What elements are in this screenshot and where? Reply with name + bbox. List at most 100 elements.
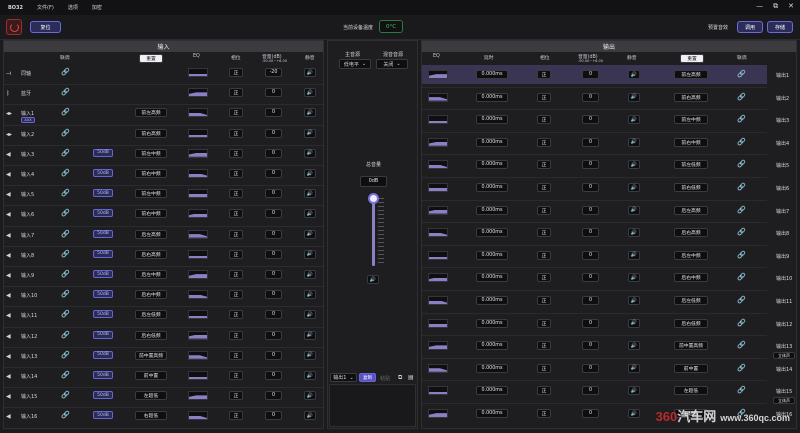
input-phase-button[interactable]: 正 <box>229 148 243 158</box>
output-mute-button[interactable]: 🔊 <box>628 137 640 147</box>
input-volume-field[interactable]: 0 <box>265 391 282 401</box>
input-gain-badge[interactable]: 50dB <box>93 350 113 359</box>
output-position[interactable]: 后右高频 <box>674 228 708 238</box>
output-mute-button[interactable]: 🔊 <box>628 386 640 396</box>
output-position[interactable]: 后右低频 <box>674 318 708 328</box>
output-volume-field[interactable]: 0 <box>582 250 599 260</box>
input-position[interactable]: 前右高频 <box>135 128 167 138</box>
input-volume-field[interactable]: 0 <box>265 290 282 300</box>
link-icon[interactable]: 🔗 <box>61 310 70 319</box>
link-icon[interactable]: 🔗 <box>737 160 746 169</box>
input-position[interactable]: 前中置高频 <box>135 350 167 360</box>
input-mute-button[interactable]: 🔊 <box>304 209 316 219</box>
link-icon[interactable]: 🔗 <box>737 228 746 237</box>
link-icon[interactable]: 🔗 <box>61 149 70 158</box>
output-eq-button[interactable] <box>428 273 448 283</box>
input-eq-button[interactable] <box>188 128 208 138</box>
input-phase-button[interactable]: 正 <box>229 108 243 118</box>
mix-source-select[interactable]: 关闭 ⌄ <box>376 59 408 69</box>
input-mute-button[interactable]: 🔊 <box>304 391 316 401</box>
link-icon[interactable]: 🔗 <box>61 129 70 138</box>
input-position[interactable]: 后左中频 <box>135 270 167 279</box>
link-icon[interactable]: 🔗 <box>737 364 746 373</box>
output-position[interactable]: 前左低频 <box>674 160 708 170</box>
output-delay-field[interactable]: 0.000ms <box>476 296 508 305</box>
link-icon[interactable]: 🔗 <box>61 189 70 198</box>
output-delay-field[interactable]: 0.000ms <box>476 92 508 102</box>
output-volume-field[interactable]: 0 <box>582 183 599 192</box>
output-delay-field[interactable]: 0.000ms <box>476 137 508 147</box>
output-eq-button[interactable] <box>428 386 448 396</box>
output-eq-button[interactable] <box>428 70 448 79</box>
input-gain-badge[interactable]: 50dB <box>93 209 113 218</box>
output-mute-button[interactable]: 🔊 <box>628 318 640 328</box>
input-gain-badge[interactable]: 50dB <box>93 189 113 198</box>
output-position[interactable]: 前右中频 <box>674 137 708 147</box>
input-mute-button[interactable]: 🔊 <box>304 189 316 199</box>
output-delay-field[interactable]: 0.000ms <box>476 70 508 79</box>
input-phase-button[interactable]: 正 <box>229 350 243 360</box>
output-reset-button[interactable]: 重置 <box>680 54 704 63</box>
input-phase-button[interactable]: 正 <box>229 68 243 77</box>
input-volume-field[interactable]: 0 <box>265 310 282 320</box>
output-mute-button[interactable]: 🔊 <box>628 409 640 418</box>
input-volume-field[interactable]: -20 <box>265 68 282 77</box>
output-stereo-tag[interactable]: 立体声 <box>773 397 795 405</box>
input-eq-button[interactable] <box>188 371 208 380</box>
output-delay-field[interactable]: 0.000ms <box>476 115 508 125</box>
input-eq-button[interactable] <box>188 68 208 77</box>
input-volume-field[interactable]: 0 <box>265 209 282 219</box>
output-phase-button[interactable]: 正 <box>537 228 551 238</box>
link-icon[interactable]: 🔗 <box>61 371 70 380</box>
input-mute-button[interactable]: 🔊 <box>304 310 316 320</box>
input-volume-field[interactable]: 0 <box>265 411 282 421</box>
restore-icon[interactable]: ⧉ <box>773 2 778 11</box>
output-volume-field[interactable]: 0 <box>582 160 599 170</box>
link-icon[interactable]: 🔗 <box>61 290 70 299</box>
output-delay-field[interactable]: 0.000ms <box>476 318 508 328</box>
input-eq-button[interactable] <box>188 290 208 300</box>
output-delay-field[interactable]: 0.000ms <box>476 228 508 238</box>
output-phase-button[interactable]: 正 <box>537 160 551 170</box>
apply-button[interactable]: 调用 <box>737 21 763 33</box>
input-gain-badge[interactable]: 50dB <box>93 290 113 299</box>
total-volume-knob[interactable] <box>368 193 379 204</box>
input-position[interactable]: 前左高频 <box>135 108 167 118</box>
input-position[interactable]: 前右中频 <box>135 209 167 219</box>
input-volume-field[interactable]: 0 <box>265 330 282 340</box>
output-volume-field[interactable]: 0 <box>582 363 599 373</box>
input-eq-button[interactable] <box>188 310 208 320</box>
link-icon[interactable]: 🔗 <box>737 319 746 328</box>
output-volume-field[interactable]: 0 <box>582 341 599 351</box>
output-mute-button[interactable]: 🔊 <box>628 363 640 373</box>
link-icon[interactable]: 🔗 <box>61 68 70 77</box>
input-mute-button[interactable]: 🔊 <box>304 169 316 178</box>
output-mute-button[interactable]: 🔊 <box>628 92 640 102</box>
output-volume-field[interactable]: 0 <box>582 92 599 102</box>
input-position[interactable]: 后右中频 <box>135 290 167 300</box>
link-icon[interactable]: 🔗 <box>737 296 746 305</box>
link-icon[interactable]: 🔗 <box>737 386 746 395</box>
input-eq-button[interactable] <box>188 229 208 239</box>
input-phase-button[interactable]: 正 <box>229 189 243 199</box>
output-mute-button[interactable]: 🔊 <box>628 250 640 260</box>
input-gain-badge[interactable]: 50dB <box>93 371 113 379</box>
output-eq-button[interactable] <box>428 183 448 192</box>
link-icon[interactable]: 🔗 <box>737 183 746 192</box>
menu-options[interactable]: 选项 <box>68 4 78 11</box>
input-mute-button[interactable]: 🔊 <box>304 229 316 239</box>
link-icon[interactable]: 🔗 <box>737 206 746 215</box>
input-phase-button[interactable]: 正 <box>229 209 243 219</box>
output-eq-button[interactable] <box>428 92 448 102</box>
output-delay-field[interactable]: 0.000ms <box>476 341 508 351</box>
input-position[interactable]: 后右高频 <box>135 249 167 259</box>
output-volume-field[interactable]: 0 <box>582 70 599 79</box>
input-eq-button[interactable] <box>188 148 208 158</box>
menu-file[interactable]: 文件(F) <box>37 4 54 11</box>
input-position[interactable]: 后左低频 <box>135 310 167 320</box>
output-position[interactable]: 左超低 <box>674 386 708 396</box>
output-phase-button[interactable]: 正 <box>537 250 551 260</box>
input-volume-field[interactable]: 0 <box>265 350 282 360</box>
input-mute-button[interactable]: 🔊 <box>304 128 316 138</box>
input-phase-button[interactable]: 正 <box>229 290 243 300</box>
